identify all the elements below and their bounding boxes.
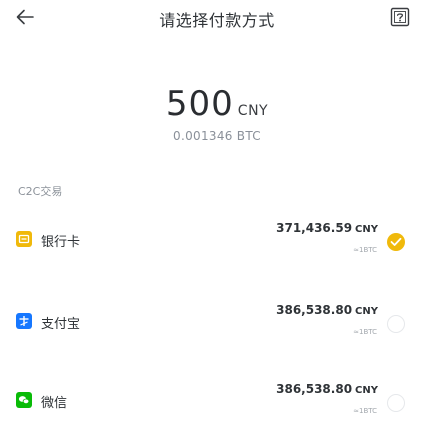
payment-option-alipay[interactable]: 支付宝 386,538.80 CNY ≈1BTC (7, 291, 427, 355)
option-label: 支付宝 (41, 317, 81, 332)
help-question-icon (390, 7, 410, 31)
option-btc-rate: ≈1BTC (353, 246, 377, 254)
payment-option-bank-card[interactable]: 银行卡 371,436.59 CNY ≈1BTC (7, 209, 427, 273)
payment-option-wechat[interactable]: 微信 386,538.80 CNY ≈1BTC (7, 370, 427, 434)
btc-equivalent: 0.001346 BTC (173, 129, 261, 143)
radio-unselected[interactable] (387, 394, 405, 412)
radio-selected[interactable] (387, 233, 405, 251)
option-label: 银行卡 (41, 235, 81, 250)
option-price: 371,436.59 CNY (276, 221, 378, 235)
page-title: 请选择付款方式 (159, 11, 275, 30)
price-value: 386,538.80 (276, 303, 353, 317)
check-icon (390, 237, 402, 246)
price-unit: CNY (355, 224, 378, 235)
top-bar: 请选择付款方式 (0, 0, 434, 40)
option-btc-rate: ≈1BTC (353, 328, 377, 336)
price-unit: CNY (355, 385, 378, 396)
amount-value: 500 (165, 84, 234, 124)
bank-card-icon (16, 231, 32, 247)
amount-display: 500 CNY (0, 84, 434, 124)
wechat-icon (16, 392, 32, 408)
radio-unselected[interactable] (387, 315, 405, 333)
amount-unit: CNY (237, 103, 269, 119)
option-btc-rate: ≈1BTC (353, 407, 377, 415)
price-value: 371,436.59 (276, 221, 353, 235)
price-value: 386,538.80 (276, 382, 353, 396)
alipay-icon (16, 313, 32, 329)
option-price: 386,538.80 CNY (276, 382, 378, 396)
help-button[interactable] (390, 7, 410, 27)
price-unit: CNY (355, 306, 378, 317)
option-label: 微信 (41, 396, 68, 411)
option-price: 386,538.80 CNY (276, 303, 378, 317)
section-label-c2c: C2C交易 (18, 185, 63, 198)
